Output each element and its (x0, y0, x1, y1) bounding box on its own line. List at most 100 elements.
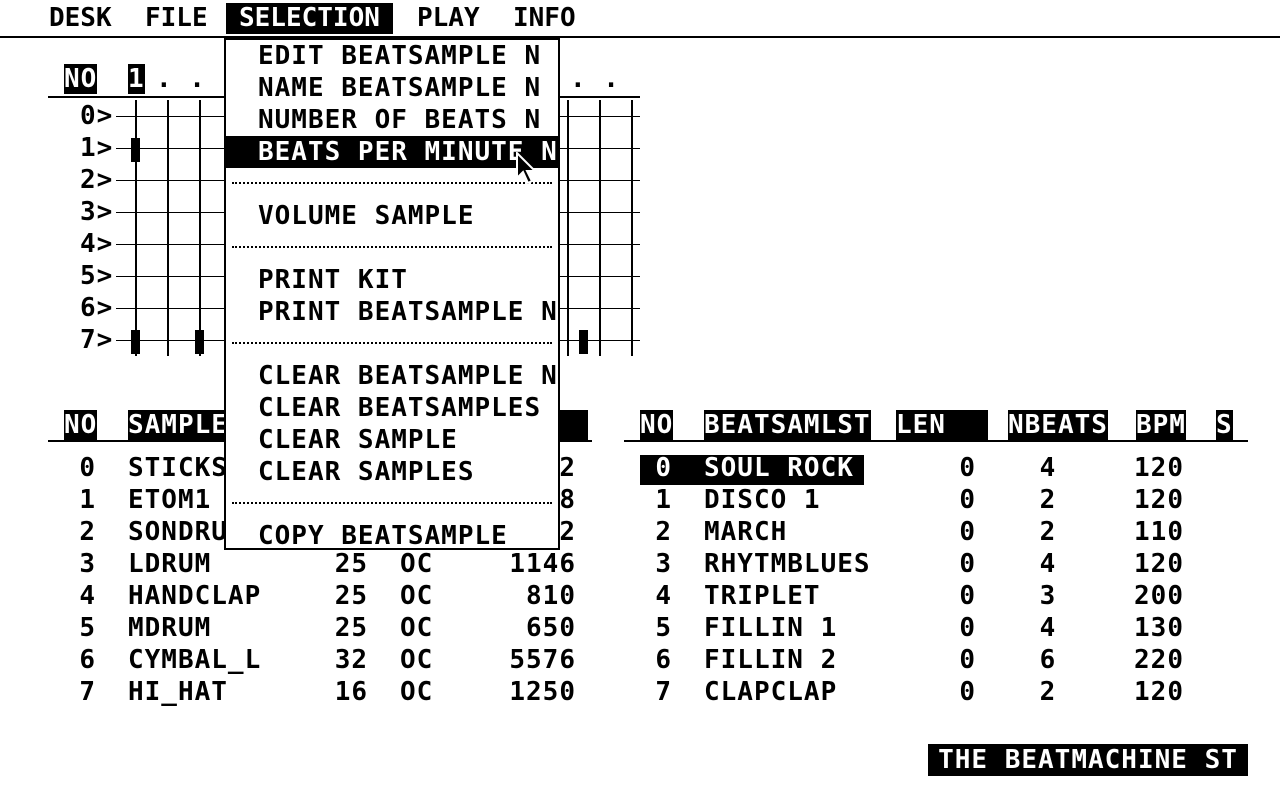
beat-bpm[interactable]: 120 (1120, 485, 1184, 515)
pattern-row-label: 4> (80, 229, 114, 259)
beat-header-name: BEATSAMLST (704, 410, 871, 440)
beat-len[interactable]: 0 (944, 645, 976, 675)
menu-info[interactable]: INFO (500, 3, 589, 34)
beat-nbeats[interactable]: 2 (1024, 517, 1072, 547)
beat-nbeats[interactable]: 3 (1024, 581, 1072, 611)
beat-name[interactable]: RHYTMBLUES (704, 549, 871, 579)
beat-bpm[interactable]: 120 (1120, 453, 1184, 483)
beat-name[interactable]: DISCO 1 (704, 485, 821, 515)
beat-header-len: LEN (896, 410, 988, 440)
sample-size: 650 (526, 613, 576, 643)
beat-name[interactable]: FILLIN 1 (704, 613, 837, 643)
sample-size: 1146 (509, 549, 576, 579)
menu-separator (232, 246, 552, 248)
menu-item-clear-sample[interactable]: CLEAR SAMPLE (226, 424, 558, 456)
beat-bpm[interactable]: 220 (1120, 645, 1184, 675)
beat-name[interactable]: MARCH (704, 517, 787, 547)
sample-no: 2 (79, 517, 96, 547)
menu-item-beats-per-minute-n[interactable]: BEATS PER MINUTE N (226, 136, 558, 168)
sample-size: 1250 (509, 677, 576, 707)
menu-item-clear-samples[interactable]: CLEAR SAMPLES (226, 456, 558, 488)
beat-bpm[interactable]: 200 (1120, 581, 1184, 611)
beat-no[interactable]: 1 (640, 485, 672, 515)
sample-no: 0 (79, 453, 96, 483)
menu-separator (232, 342, 552, 344)
pattern-header-dots-right: . . (570, 64, 620, 94)
beat-nbeats[interactable]: 4 (1024, 453, 1072, 483)
menu-bar-divider (0, 36, 1280, 38)
beat-no[interactable]: 6 (640, 645, 672, 675)
pattern-grid-vline (599, 100, 601, 356)
beat-len[interactable]: 0 (944, 485, 976, 515)
pattern-header-no: NO (64, 64, 98, 94)
beat-bpm[interactable]: 120 (1120, 677, 1184, 707)
menu-file[interactable]: FILE (132, 3, 221, 34)
beat-no[interactable]: 5 (640, 613, 672, 643)
beat-len[interactable]: 0 (944, 677, 976, 707)
beat-name[interactable]: TRIPLET (704, 581, 821, 611)
menu-desk[interactable]: DESK (36, 3, 125, 34)
menu-item-clear-beatsamples[interactable]: CLEAR BEATSAMPLES (226, 392, 558, 424)
beat-len[interactable]: 0 (944, 453, 976, 483)
beat-bpm[interactable]: 120 (1120, 549, 1184, 579)
sample-rate: 16 (334, 677, 368, 707)
beat-name[interactable]: SOUL ROCK (704, 453, 854, 483)
beat-name[interactable]: CLAPCLAP (704, 677, 837, 707)
sample-mode: OC (400, 645, 434, 675)
beat-header-bpm: BPM (1136, 410, 1186, 440)
pattern-row-label: 0> (80, 101, 114, 131)
beat-len[interactable]: 0 (944, 613, 976, 643)
beat-no[interactable]: 2 (640, 517, 672, 547)
beat-len[interactable]: 0 (944, 581, 976, 611)
beat-nbeats[interactable]: 2 (1024, 485, 1072, 515)
sample-name: HANDCLAP (128, 581, 262, 611)
menu-selection[interactable]: SELECTION (226, 3, 393, 34)
beat-no[interactable]: 3 (640, 549, 672, 579)
pattern-cell-on[interactable] (131, 330, 140, 354)
beat-len[interactable]: 0 (944, 517, 976, 547)
pattern-cell-on[interactable] (195, 330, 204, 354)
sample-mode: OC (400, 677, 434, 707)
menu-separator (232, 502, 552, 504)
beat-header-nbeats: NBEATS (1008, 410, 1108, 440)
sample-no: 3 (79, 549, 96, 579)
sample-name: LDRUM (128, 549, 212, 579)
sample-name: CYMBAL_L (128, 645, 262, 675)
sample-no: 5 (79, 613, 96, 643)
beat-no[interactable]: 0 (640, 453, 672, 483)
beat-nbeats[interactable]: 6 (1024, 645, 1072, 675)
sample-size: 810 (526, 581, 576, 611)
menu-item-print-beatsample-n[interactable]: PRINT BEATSAMPLE N (226, 296, 558, 328)
menu-item-copy-beatsample[interactable]: COPY BEATSAMPLE (226, 520, 558, 552)
sample-no: 7 (79, 677, 96, 707)
beat-nbeats[interactable]: 2 (1024, 677, 1072, 707)
sample-name: MDRUM (128, 613, 212, 643)
sample-name: STICKS (128, 453, 228, 483)
pattern-cell-on[interactable] (579, 330, 588, 354)
beat-len[interactable]: 0 (944, 549, 976, 579)
beat-name[interactable]: FILLIN 2 (704, 645, 837, 675)
beat-nbeats[interactable]: 4 (1024, 613, 1072, 643)
menu-play[interactable]: PLAY (404, 3, 493, 34)
menu-item-print-kit[interactable]: PRINT KIT (226, 264, 558, 296)
beat-no[interactable]: 7 (640, 677, 672, 707)
beat-bpm[interactable]: 130 (1120, 613, 1184, 643)
menu-item-number-of-beats-n[interactable]: NUMBER OF BEATS N (226, 104, 558, 136)
selection-dropdown-menu: EDIT BEATSAMPLE N NAME BEATSAMPLE N NUMBER… (224, 38, 560, 552)
beat-nbeats[interactable]: 4 (1024, 549, 1072, 579)
sample-no: 6 (79, 645, 96, 675)
pattern-row-label: 7> (80, 325, 114, 355)
menu-item-volume-sample[interactable]: VOLUME SAMPLE (226, 200, 558, 232)
pattern-grid-vline (199, 100, 201, 356)
menu-item-edit-beatsample-n[interactable]: EDIT BEATSAMPLE N (226, 40, 558, 72)
pattern-cell-on[interactable] (131, 138, 140, 162)
menu-item-name-beatsample-n[interactable]: NAME BEATSAMPLE N (226, 72, 558, 104)
sample-mode: OC (400, 549, 434, 579)
sample-size: 5576 (509, 645, 576, 675)
sample-rate: 25 (334, 613, 368, 643)
beat-bpm[interactable]: 110 (1120, 517, 1184, 547)
beat-no[interactable]: 4 (640, 581, 672, 611)
pattern-row-label: 3> (80, 197, 114, 227)
pattern-row-label: 2> (80, 165, 114, 195)
menu-item-clear-beatsample-n[interactable]: CLEAR BEATSAMPLE N (226, 360, 558, 392)
